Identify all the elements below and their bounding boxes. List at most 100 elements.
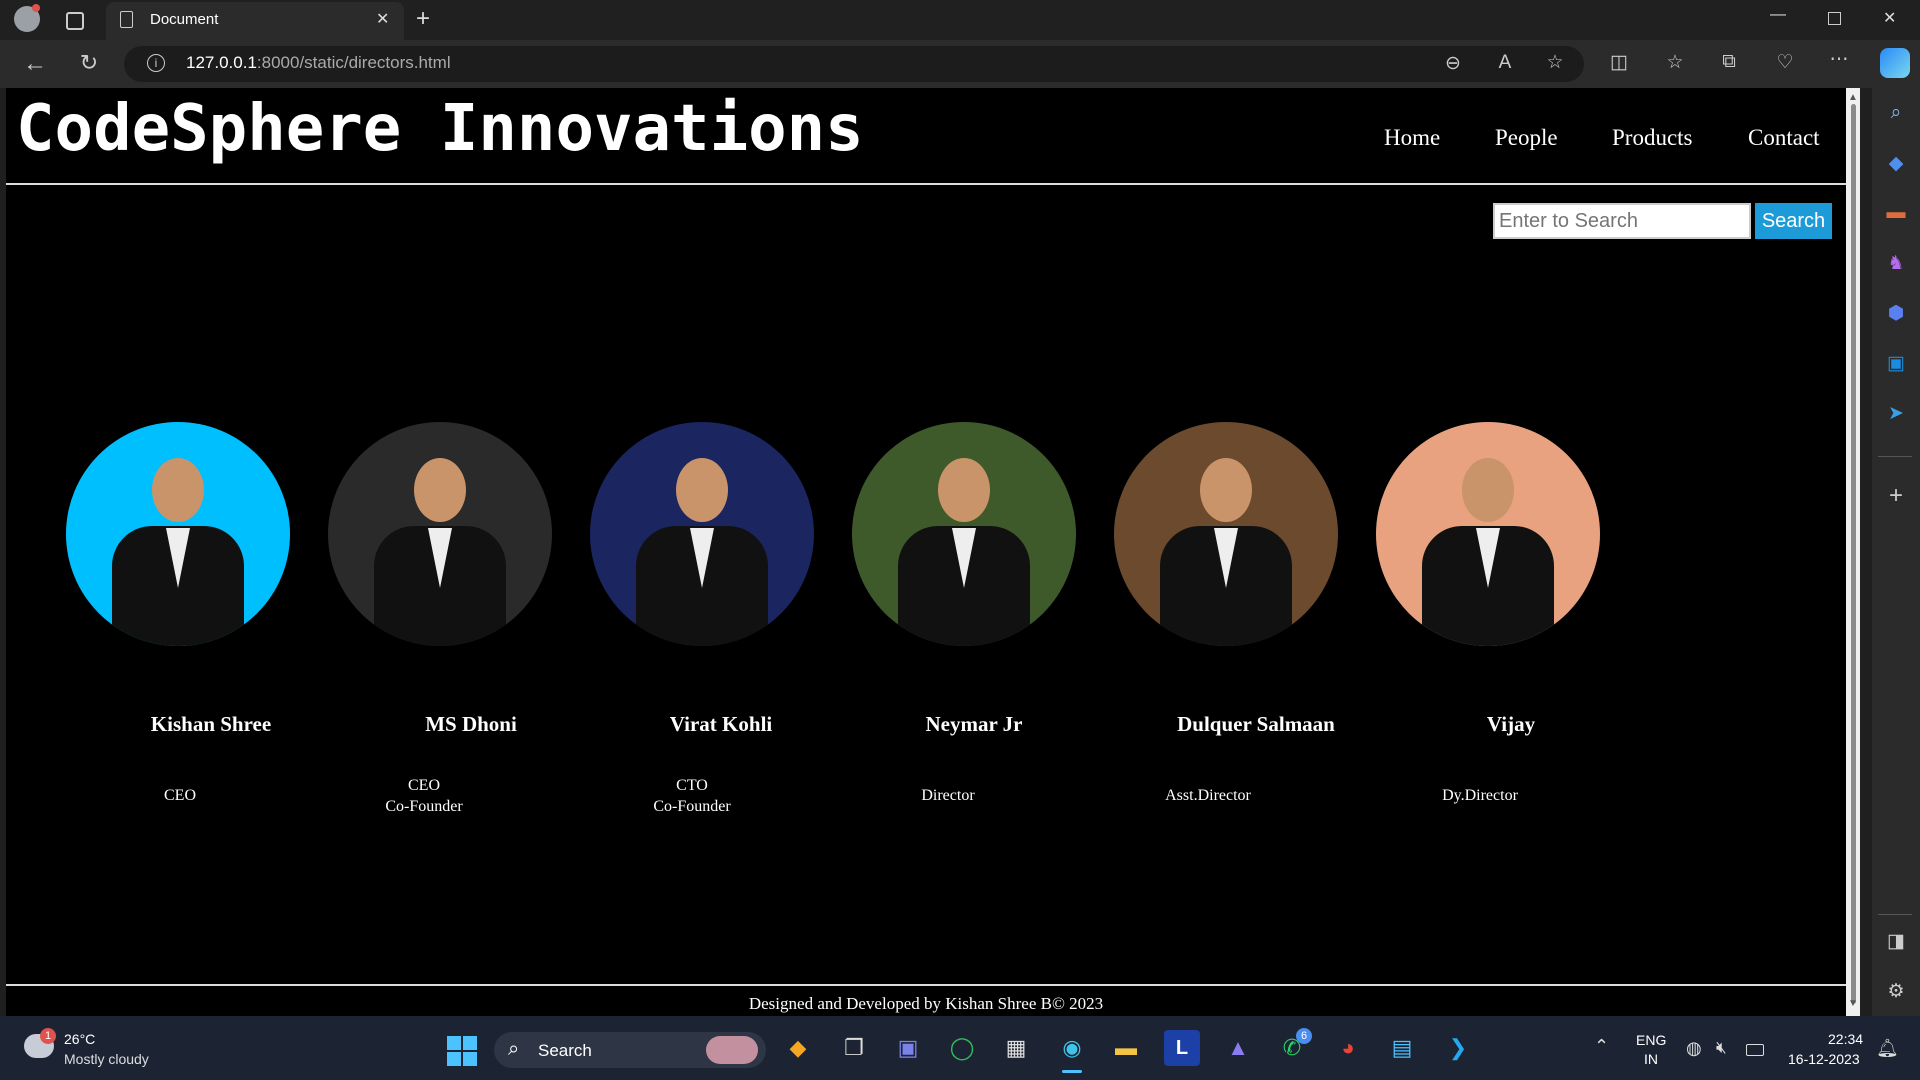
person-head	[676, 458, 728, 522]
footer-text: Designed and Developed by Kishan Shree B…	[748, 994, 1104, 1013]
footer-divider	[6, 984, 1846, 986]
shopping-tag-icon[interactable]: ◆	[1880, 152, 1912, 175]
proton-vpn-icon[interactable]: ▲	[1220, 1030, 1256, 1066]
app-circle-icon[interactable]: ◯	[944, 1030, 980, 1066]
person-role: Asst.Director	[1165, 787, 1251, 804]
show-hidden-icons-icon[interactable]: ⌃	[1594, 1036, 1609, 1057]
person-head	[1462, 458, 1514, 522]
search-icon[interactable]: ⌕	[1880, 102, 1912, 124]
battery-icon[interactable]	[1746, 1044, 1764, 1056]
read-aloud-icon[interactable]: A	[1490, 52, 1520, 74]
tools-icon[interactable]: ▬	[1880, 202, 1912, 224]
person-head	[1200, 458, 1252, 522]
favorite-star-icon[interactable]: ☆	[1540, 51, 1570, 74]
scrollbar-thumb[interactable]	[1851, 104, 1856, 1004]
person-head	[938, 458, 990, 522]
person-role: CTO Co-Founder	[653, 777, 731, 815]
nav-products[interactable]: Products	[1612, 125, 1693, 151]
edge-active-indicator	[1062, 1070, 1082, 1073]
start-windows-icon[interactable]	[447, 1036, 477, 1066]
clock-time[interactable]: 22:34	[1828, 1031, 1863, 1047]
person-photo	[328, 422, 552, 646]
copilot-pre-icon[interactable]: ◆	[780, 1030, 816, 1066]
split-screen-icon[interactable]: ◫	[1604, 51, 1634, 74]
copilot-icon[interactable]	[1880, 48, 1910, 78]
scroll-down-icon[interactable]: ▼	[1848, 998, 1858, 1009]
search-button[interactable]: Search	[1755, 203, 1832, 239]
weather-badge: 1	[40, 1028, 56, 1044]
back-icon[interactable]: ←	[20, 50, 50, 78]
minimize-icon[interactable]: —	[1770, 6, 1786, 24]
store-icon[interactable]: ▦	[998, 1030, 1034, 1066]
browser-essentials-icon[interactable]: ♡	[1770, 51, 1800, 74]
person-photo	[1376, 422, 1600, 646]
send-icon[interactable]: ➤	[1880, 402, 1912, 425]
language-top[interactable]: ENG	[1636, 1032, 1666, 1048]
web-page: CodeSphere Innovations Home People Produ…	[6, 88, 1846, 1016]
person-photo	[590, 422, 814, 646]
chrome-icon[interactable]: ◕	[1330, 1030, 1366, 1066]
person-name: Dulquer Salmaan	[1177, 712, 1335, 736]
clock-date[interactable]: 16-12-2023	[1788, 1051, 1860, 1067]
hide-sidebar-icon[interactable]: ◨	[1880, 930, 1912, 953]
outlook-icon[interactable]: ▣	[1880, 352, 1912, 375]
restore-icon[interactable]	[1828, 12, 1841, 25]
more-menu-icon[interactable]: ⋯	[1824, 48, 1854, 71]
notepad-icon[interactable]: ▤	[1384, 1030, 1420, 1066]
person-head	[152, 458, 204, 522]
person-name: MS Dhoni	[425, 712, 517, 736]
site-info-icon[interactable]: i	[147, 54, 165, 72]
person-role: Dy.Director	[1442, 787, 1518, 804]
edge-sidebar	[1872, 88, 1920, 1016]
add-icon[interactable]: +	[1880, 482, 1912, 510]
sidebar-divider	[1878, 456, 1912, 457]
network-icon[interactable]: ◍	[1686, 1038, 1702, 1059]
person-name: Neymar Jr	[925, 712, 1023, 736]
person-role: CEO Co-Founder	[385, 777, 463, 815]
language-bottom[interactable]: IN	[1644, 1051, 1658, 1067]
games-icon[interactable]: ♞	[1880, 252, 1912, 275]
header-divider	[6, 183, 1846, 185]
tab-actions-icon[interactable]	[66, 12, 84, 30]
url-host: 127.0.0.1	[186, 53, 257, 72]
new-tab-icon[interactable]: +	[416, 5, 430, 33]
notification-bell-icon[interactable]: 🔔︎	[1876, 1038, 1899, 1059]
favorites-icon[interactable]: ☆	[1660, 51, 1690, 74]
microsoft-365-icon[interactable]: ⬢	[1880, 302, 1912, 325]
nav-people[interactable]: People	[1495, 125, 1558, 151]
edge-icon[interactable]: ◉	[1054, 1030, 1090, 1066]
person-name: Virat Kohli	[669, 712, 773, 736]
nav-home[interactable]: Home	[1384, 125, 1440, 151]
page-icon	[120, 11, 133, 28]
file-explorer-icon[interactable]: ▬	[1108, 1030, 1144, 1066]
weather-temp[interactable]: 26°C	[64, 1031, 95, 1047]
volume-muted-icon[interactable]: 🔇︎	[1716, 1038, 1727, 1058]
whatsapp-badge: 6	[1296, 1028, 1312, 1044]
zoom-icon[interactable]: ⊖	[1438, 52, 1468, 75]
taskbar-search-label: Search	[538, 1041, 592, 1060]
person-role: Director	[921, 787, 975, 804]
url-text[interactable]: 127.0.0.1:8000/static/directors.html	[186, 53, 451, 73]
teams-meet-icon[interactable]: ▣	[890, 1030, 926, 1066]
site-brand: CodeSphere Innovations	[16, 92, 864, 166]
settings-gear-icon[interactable]: ⚙	[1880, 980, 1912, 1003]
nav-contact[interactable]: Contact	[1748, 125, 1820, 151]
scroll-up-icon[interactable]: ▲	[1848, 92, 1858, 103]
vscode-icon[interactable]: ❯	[1440, 1030, 1476, 1066]
refresh-icon[interactable]: ↻	[74, 50, 104, 76]
red-dot-icon	[32, 4, 40, 12]
weather-desc[interactable]: Mostly cloudy	[64, 1051, 149, 1067]
person-role: CEO	[164, 787, 196, 804]
search-input[interactable]	[1493, 203, 1751, 239]
axolotl-icon	[706, 1036, 758, 1064]
person-photo	[852, 422, 1076, 646]
task-view-icon[interactable]: ❐	[836, 1030, 872, 1066]
close-tab-icon[interactable]: ✕	[376, 9, 389, 29]
close-window-icon[interactable]: ✕	[1883, 8, 1896, 28]
person-name: Vijay	[1486, 712, 1536, 736]
taskbar-search-icon: ⌕	[508, 1038, 520, 1060]
collections-icon[interactable]: ⧉	[1714, 51, 1744, 73]
url-path: :8000/static/directors.html	[256, 53, 451, 72]
sidebar-divider	[1878, 914, 1912, 915]
l-app-icon[interactable]: L	[1164, 1030, 1200, 1066]
